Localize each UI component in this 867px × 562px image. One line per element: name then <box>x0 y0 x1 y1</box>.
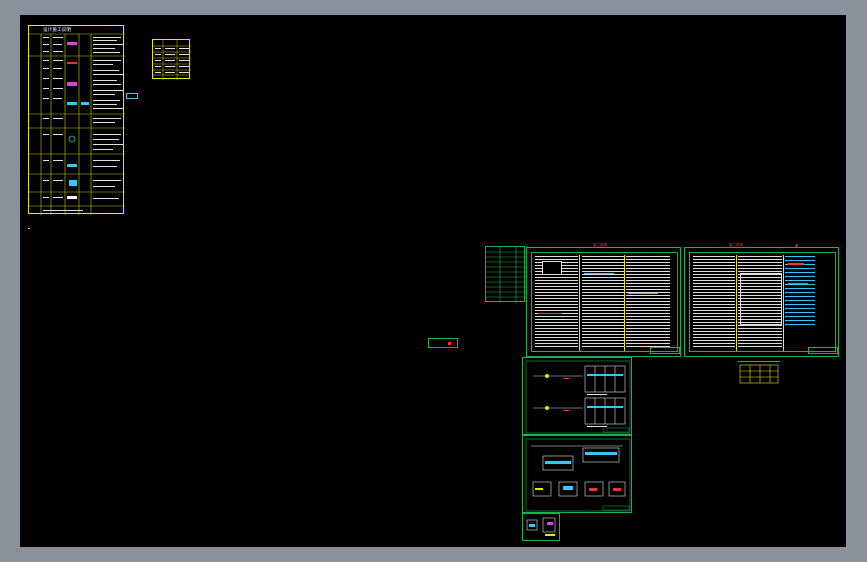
legend-table-grid <box>29 33 125 215</box>
sheet-notes-b-title-block <box>808 347 838 354</box>
detail-below-sheet-b[interactable] <box>738 361 780 387</box>
small-schedule-table[interactable] <box>152 39 191 80</box>
sheet-detail-e[interactable] <box>522 513 560 541</box>
cad-model-space[interactable]: 设计施工说明 施工说明 施工说明 ▲ <box>20 15 846 547</box>
sheet-notes-b-title: 施工说明 <box>729 243 743 247</box>
sheet-notes-a-col2 <box>582 256 624 348</box>
sheet-notes-b-divider-2 <box>783 255 784 351</box>
sheet-notes-a-inner-frame <box>531 252 680 354</box>
sheet-detail-e-drawing <box>526 517 556 536</box>
sheet-notes-b-divider-1 <box>736 255 737 351</box>
sheet-notes-b-highlight-2 <box>788 283 808 284</box>
sheet-notes-b-col3 <box>785 256 815 328</box>
sheet-plan-c[interactable] <box>522 357 632 435</box>
small-schedule-grid <box>153 40 191 80</box>
drawing-index-list[interactable] <box>485 246 526 303</box>
sheet-notes-a-highlight-2 <box>628 293 658 294</box>
sheet-notes-b-col1 <box>693 256 735 348</box>
legend-sheet[interactable]: 设计施工说明 <box>28 25 125 215</box>
stray-point[interactable] <box>28 228 30 229</box>
sheet-notes-a-divider-2 <box>624 255 625 351</box>
sheet-notes-b-inner-frame <box>689 252 838 354</box>
sheet-notes-a-figure <box>542 261 562 275</box>
drawing-index-grid <box>486 247 526 303</box>
isolated-block[interactable] <box>428 338 458 348</box>
sheet-notes-a[interactable]: 施工说明 <box>526 243 681 357</box>
sheet-plan-c-drawing <box>525 360 631 434</box>
sheet-notes-b-revision-mark: ▲ <box>795 242 799 247</box>
sheet-notes-a-col3 <box>626 256 670 348</box>
sheet-notes-a-highlight-1 <box>584 273 614 274</box>
sheet-notes-a-divider-1 <box>579 255 580 351</box>
isolated-block-marker <box>448 342 451 345</box>
sheet-section-d[interactable] <box>522 435 632 513</box>
sheet-notes-b-highlight-1 <box>788 263 804 265</box>
sheet-section-d-drawing <box>525 438 631 512</box>
sheet-notes-a-highlight-3 <box>538 313 562 314</box>
sheet-notes-a-title: 施工说明 <box>593 243 607 247</box>
sheet-notes-b-table <box>740 273 782 325</box>
legend-side-symbol[interactable] <box>126 93 138 99</box>
sheet-notes-b[interactable]: 施工说明 ▲ <box>684 242 839 357</box>
detail-below-sheet-b-drawing <box>738 361 780 384</box>
sheet-notes-a-title-block <box>650 347 680 354</box>
